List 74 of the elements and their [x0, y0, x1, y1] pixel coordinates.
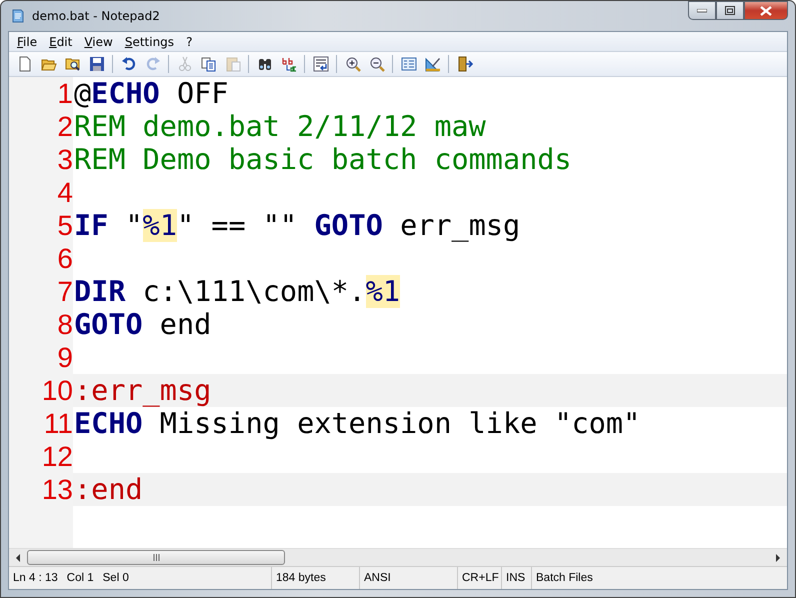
code-text: OFF	[176, 77, 228, 110]
horizontal-scrollbar[interactable]	[9, 548, 787, 566]
scrollbar-thumb[interactable]	[27, 550, 285, 565]
code-text: "	[124, 209, 143, 242]
close-button[interactable]	[744, 1, 788, 20]
comment-text: REM Demo basic batch commands	[74, 143, 572, 176]
line-number: 5	[57, 209, 73, 242]
notepad-icon	[10, 8, 26, 24]
clipboard-icon	[224, 56, 240, 72]
label-text: :err_msg	[74, 374, 212, 407]
keyword-text: DIR	[74, 275, 126, 308]
status-text: Batch Files	[536, 572, 593, 584]
line-number: 1	[57, 77, 73, 110]
menu-item[interactable]: Edit	[43, 34, 78, 48]
minimize-icon	[697, 8, 707, 12]
undo-icon	[120, 56, 136, 72]
code-text: err_msg	[399, 209, 520, 242]
redo-icon	[144, 56, 160, 72]
code-text: c:\111\com\*.	[142, 275, 366, 308]
status-text: Col 1	[66, 572, 94, 584]
door-icon	[456, 56, 472, 72]
line-number: 13	[42, 473, 73, 506]
menu-item[interactable]: ?	[180, 34, 198, 48]
menu-item[interactable]: Settings	[118, 34, 180, 48]
keyword-text: ECHO	[91, 77, 160, 110]
status-text: 184 bytes	[276, 572, 326, 584]
label-text: :end	[74, 473, 143, 506]
close-icon	[760, 6, 772, 16]
copy-icon	[200, 56, 216, 72]
line-number: 10	[42, 374, 73, 407]
zoom-in-icon	[344, 56, 360, 72]
restore-icon	[725, 6, 735, 15]
menu-item[interactable]: View	[78, 34, 119, 48]
list-icon	[400, 56, 416, 72]
status-text: CR+LF	[462, 572, 499, 584]
line-number: 7	[57, 275, 73, 308]
keyword-text: GOTO	[314, 209, 383, 242]
scissors-icon	[176, 56, 192, 72]
keyword-text: GOTO	[74, 308, 143, 341]
variable-text: %1	[366, 275, 400, 308]
folder-search-icon	[64, 56, 80, 72]
code-text: Missing extension like "com"	[158, 407, 640, 440]
line-number: 4	[57, 176, 73, 209]
page-icon	[16, 56, 32, 72]
status-text: ANSI	[364, 572, 391, 584]
line-number: 8	[57, 308, 73, 341]
line-number: 9	[57, 341, 73, 374]
code-text: @	[74, 77, 92, 110]
keyword-text: IF	[74, 209, 108, 242]
line-number: 2	[57, 110, 73, 143]
comment-text: REM demo.bat 2/11/12 maw	[74, 110, 486, 143]
variable-text: %1	[142, 209, 177, 242]
scroll-right-icon	[775, 554, 781, 562]
code-text: end	[158, 308, 212, 341]
code-editor[interactable]: 1 2 3 4 5 6 7 8 9 10 11 12 13 @ECHO OFF REM demo.bat 2/11/12 maw REM Demo basic batch commands IF "%1" == "" GOTO err_msg DIR c:\111\com\*.%1 GOTO end :err_msg ECHO Missing extension like "com" :end	[9, 77, 787, 566]
ruler-pencil-icon	[424, 56, 440, 72]
replace-icon	[280, 56, 296, 72]
zoom-out-icon	[368, 56, 384, 72]
maximize-button[interactable]	[716, 1, 744, 20]
status-text: Sel 0	[102, 572, 129, 584]
code-text: " == ""	[176, 209, 298, 242]
window-title: demo.bat - Notepad2	[32, 9, 160, 23]
binoculars-icon	[256, 56, 272, 72]
line-number: 12	[42, 440, 73, 473]
line-number: 6	[57, 242, 73, 275]
grip-icon	[152, 554, 160, 561]
status-text: INS	[506, 572, 526, 584]
scroll-left-icon	[15, 554, 21, 562]
menu-item[interactable]: File	[11, 34, 44, 48]
minimize-button[interactable]	[688, 1, 716, 20]
line-number: 3	[57, 143, 73, 176]
status-text: Ln 4 : 13	[13, 572, 58, 584]
line-number: 11	[44, 407, 73, 440]
keyword-text: ECHO	[74, 407, 143, 440]
